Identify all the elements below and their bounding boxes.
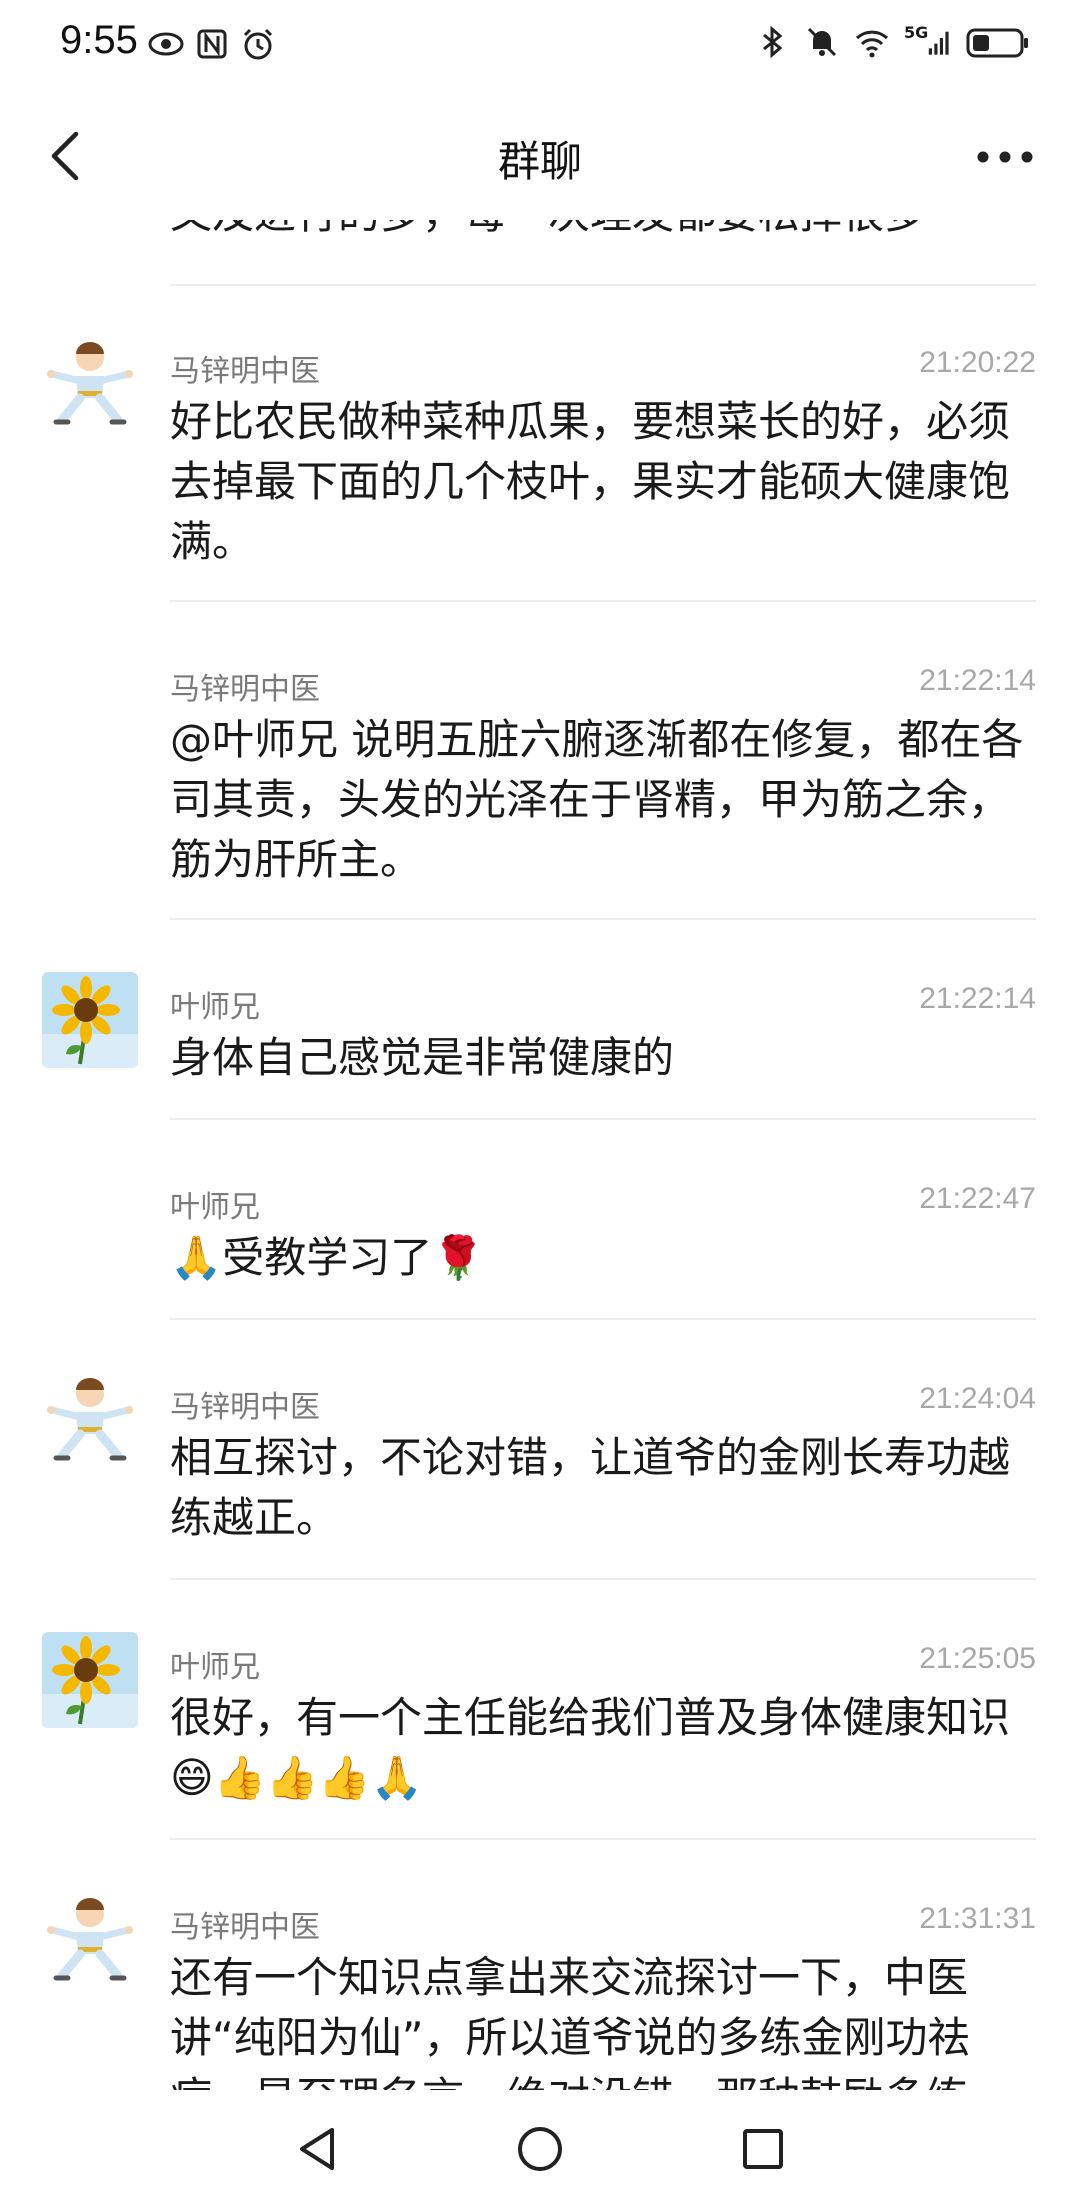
eye-icon xyxy=(148,26,184,62)
message-divider xyxy=(170,1578,1036,1580)
sender-name: 马锌明中医 xyxy=(170,672,320,707)
clipped-message-text: 又及进行的多，每一次理发都要松掉很多 xyxy=(170,220,1040,241)
home-circle-icon xyxy=(518,2127,562,2171)
nav-home-button[interactable] xyxy=(505,2114,575,2184)
kungfu-avatar-icon xyxy=(42,1892,138,1988)
message-time: 21:25:05 xyxy=(919,1642,1036,1675)
message-divider xyxy=(170,284,1036,286)
message-time: 21:22:14 xyxy=(919,664,1036,697)
recents-square-icon xyxy=(743,2129,783,2169)
message-text: 好比农民做种菜种瓜果，要想菜长的好，必须去掉最下面的几个枝叶，果实才能硕大健康饱… xyxy=(170,397,1011,566)
chat-message-list[interactable]: 又及进行的多，每一次理发都要松掉很多 马锌明中医 21:20:22 好 xyxy=(0,220,1080,2090)
message-text: @叶师兄 说明五脏六腑逐渐都在修复，都在各司其责，头发的光泽在于肾精，甲为筋之余… xyxy=(170,715,1024,884)
nav-recents-button[interactable] xyxy=(728,2114,798,2184)
bluetooth-icon xyxy=(754,24,790,60)
network-badge: 5G xyxy=(904,22,929,42)
sunflower-avatar-icon xyxy=(42,1632,138,1728)
more-button[interactable] xyxy=(970,132,1040,182)
alarm-icon xyxy=(240,26,276,62)
message-divider xyxy=(170,1838,1036,1840)
avatar-kungfu[interactable] xyxy=(42,1892,138,1988)
avatar-kungfu[interactable] xyxy=(42,336,138,432)
status-right-icons: 5G xyxy=(754,22,1030,60)
sender-name: 叶师兄 xyxy=(170,1650,260,1685)
nfc-icon xyxy=(194,26,230,62)
status-left-icons xyxy=(148,26,276,62)
chat-header: 群聊 xyxy=(0,90,1080,220)
message-time: 21:24:04 xyxy=(919,1382,1036,1415)
message-time: 21:22:14 xyxy=(919,982,1036,1015)
system-nav-bar xyxy=(0,2090,1080,2204)
message-divider xyxy=(170,1318,1036,1320)
page-title: 群聊 xyxy=(497,137,582,186)
signal-icon: 5G xyxy=(904,22,952,60)
message-text: 🙏受教学习了🌹 xyxy=(170,1233,485,1282)
sender-name: 叶师兄 xyxy=(170,990,260,1025)
message-text: 身体自己感觉是非常健康的 xyxy=(170,1033,675,1082)
wifi-icon xyxy=(854,24,890,60)
sender-name: 马锌明中医 xyxy=(170,1390,320,1425)
sender-name: 马锌明中医 xyxy=(170,1910,320,1945)
message-divider xyxy=(170,1118,1036,1120)
message-time: 21:20:22 xyxy=(919,346,1036,379)
back-triangle-icon xyxy=(300,2128,334,2170)
status-time: 9:55 xyxy=(60,18,138,62)
nav-back-button[interactable] xyxy=(282,2114,352,2184)
message-time: 21:22:47 xyxy=(919,1182,1036,1215)
sender-name: 叶师兄 xyxy=(170,1190,260,1225)
sender-name: 马锌明中医 xyxy=(170,354,320,389)
avatar-kungfu[interactable] xyxy=(42,1372,138,1468)
kungfu-avatar-icon xyxy=(42,1372,138,1468)
sunflower-avatar-icon xyxy=(42,972,138,1068)
battery-icon xyxy=(966,24,1030,60)
message-text: 很好，有一个主任能给我们普及身体健康知识😄👍👍👍🙏 xyxy=(170,1693,1011,1802)
mute-icon xyxy=(804,24,840,60)
avatar-sunflower[interactable] xyxy=(42,972,138,1068)
message-time: 21:31:31 xyxy=(919,1902,1036,1935)
message-divider xyxy=(170,918,1036,920)
kungfu-avatar-icon xyxy=(42,336,138,432)
message-text: 还有一个知识点拿出来交流探讨一下，中医讲“纯阳为仙”，所以道爷说的多练金刚功祛病… xyxy=(170,1953,970,2090)
status-bar: 9:55 5G xyxy=(0,0,1080,90)
avatar-sunflower[interactable] xyxy=(42,1632,138,1728)
more-icon xyxy=(977,151,1033,163)
message-divider xyxy=(170,600,1036,602)
message-text: 相互探讨，不论对错，让道爷的金刚长寿功越练越正。 xyxy=(170,1433,1011,1542)
